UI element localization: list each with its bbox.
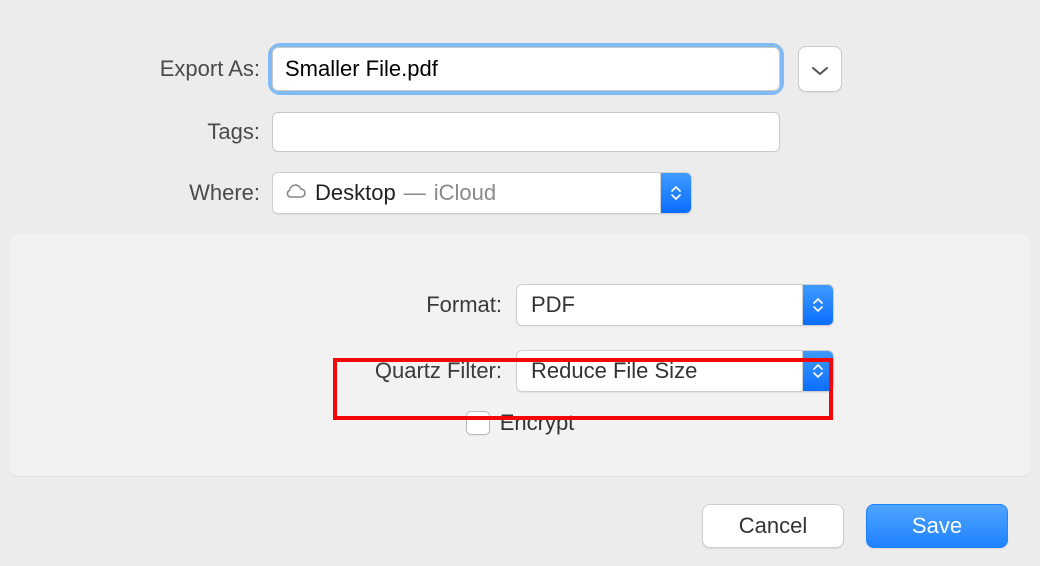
options-panel: Format: PDF Quartz Filter: Reduce File S… <box>10 234 1030 476</box>
export-as-row: Export As: <box>0 46 1040 92</box>
where-row: Where: Desktop — iCloud <box>0 172 1040 214</box>
chevron-down-icon <box>812 56 828 82</box>
encrypt-row: Encrypt <box>10 410 1030 436</box>
format-row: Format: PDF <box>10 284 1030 326</box>
where-location: Desktop <box>315 180 396 206</box>
where-separator: — <box>404 180 426 206</box>
quartz-filter-select[interactable]: Reduce File Size <box>516 350 834 392</box>
where-provider: iCloud <box>434 180 496 206</box>
quartz-filter-value: Reduce File Size <box>517 358 802 384</box>
encrypt-checkbox[interactable] <box>466 411 490 435</box>
expand-panel-button[interactable] <box>798 46 842 92</box>
quartz-filter-stepper-icon <box>802 351 833 391</box>
quartz-filter-row: Quartz Filter: Reduce File Size <box>10 350 1030 392</box>
where-select[interactable]: Desktop — iCloud <box>272 172 692 214</box>
tags-input[interactable] <box>272 112 780 152</box>
format-label: Format: <box>10 292 516 318</box>
export-as-label: Export As: <box>0 56 272 82</box>
encrypt-label: Encrypt <box>500 410 575 436</box>
format-value: PDF <box>517 292 802 318</box>
format-stepper-icon <box>802 285 833 325</box>
tags-label: Tags: <box>0 119 272 145</box>
format-select[interactable]: PDF <box>516 284 834 326</box>
cancel-button[interactable]: Cancel <box>702 504 844 548</box>
where-stepper-icon <box>660 173 691 213</box>
where-label: Where: <box>0 180 272 206</box>
tags-row: Tags: <box>0 112 1040 152</box>
dialog-footer: Cancel Save <box>702 504 1008 548</box>
quartz-filter-label: Quartz Filter: <box>10 358 516 384</box>
save-button[interactable]: Save <box>866 504 1008 548</box>
cloud-icon <box>283 181 307 205</box>
export-as-input[interactable] <box>272 47 780 91</box>
